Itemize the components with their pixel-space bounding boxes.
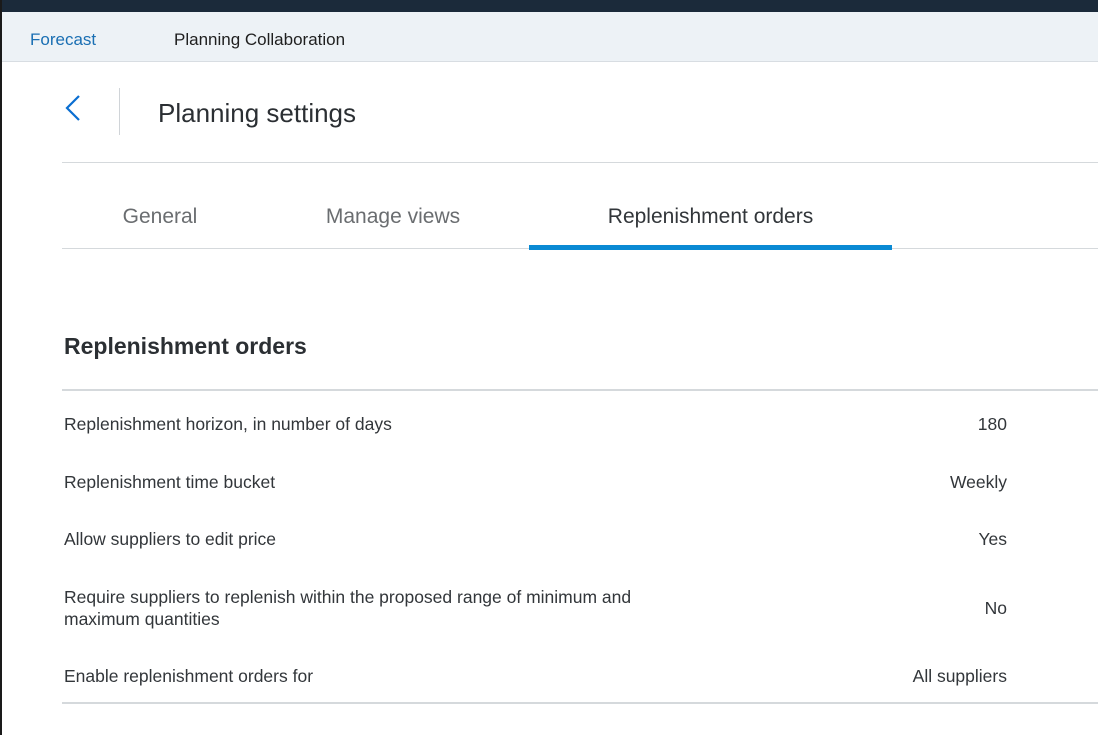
- setting-value: Yes: [978, 529, 1007, 549]
- setting-value: Weekly: [949, 471, 1007, 492]
- tab-replenishment-orders[interactable]: Replenishment orders: [529, 163, 892, 250]
- back-button[interactable]: [62, 93, 84, 123]
- setting-value: All suppliers: [912, 666, 1007, 686]
- active-tab-indicator: [529, 245, 892, 250]
- tab-label: General: [122, 205, 198, 228]
- page-title: Planning settings: [158, 98, 357, 128]
- setting-label: Allow suppliers to edit price: [64, 529, 277, 549]
- tab-label: Replenishment orders: [607, 205, 814, 228]
- nav-link-planning-collaboration[interactable]: Planning Collaboration: [174, 30, 345, 50]
- setting-label: Replenishment time bucket: [64, 471, 276, 492]
- list-bottom-divider: [62, 702, 1098, 704]
- setting-label: Replenishment horizon, in number of days: [64, 414, 392, 434]
- section-title: Replenishment orders: [64, 333, 307, 359]
- nav-link-forecast[interactable]: Forecast: [30, 30, 96, 50]
- setting-row-replenishment-horizon: Replenishment horizon, in number of days…: [62, 395, 1098, 453]
- tab-manage-views[interactable]: Manage views: [290, 163, 496, 249]
- tab-label: Manage views: [325, 205, 461, 228]
- shell-bar: [2, 0, 1098, 12]
- app-frame: Forecast Planning Collaboration Planning…: [0, 0, 1098, 735]
- chevron-left-icon: [65, 95, 80, 121]
- section-divider: [62, 389, 1098, 391]
- setting-label: Require suppliers to replenish within th…: [64, 587, 632, 629]
- setting-row-quantity-range: Require suppliers to replenish within th…: [62, 568, 1098, 648]
- top-navigation: Forecast Planning Collaboration: [2, 12, 1098, 62]
- tab-bar: General Manage views Replenishment order…: [62, 163, 1098, 250]
- page-header: Planning settings: [62, 62, 1098, 163]
- tab-general[interactable]: General: [94, 163, 226, 249]
- header-divider: [119, 88, 120, 135]
- setting-row-edit-price: Allow suppliers to edit price Yes: [62, 510, 1098, 568]
- setting-row-time-bucket: Replenishment time bucket Weekly: [62, 453, 1098, 510]
- settings-list: Replenishment horizon, in number of days…: [62, 395, 1098, 704]
- setting-value: 180: [977, 414, 1007, 434]
- setting-label: Enable replenishment orders for: [64, 666, 314, 686]
- setting-row-enable-orders: Enable replenishment orders for All supp…: [62, 648, 1098, 704]
- setting-value: No: [984, 598, 1007, 618]
